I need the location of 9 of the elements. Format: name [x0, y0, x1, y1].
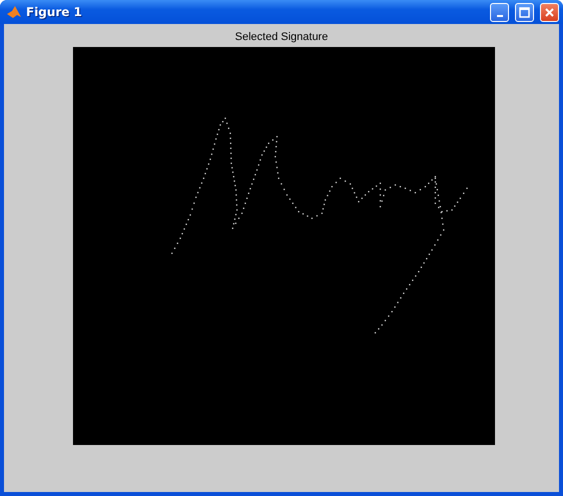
minimize-icon	[496, 14, 502, 16]
plot-title: Selected Signature	[235, 30, 328, 45]
close-button[interactable]	[540, 2, 559, 22]
close-icon	[544, 6, 555, 18]
maximize-button[interactable]	[515, 2, 534, 22]
app-logo-icon	[6, 4, 22, 20]
maximize-icon	[519, 6, 530, 18]
minimize-button[interactable]	[490, 2, 509, 22]
window-title: Figure 1	[26, 5, 84, 19]
